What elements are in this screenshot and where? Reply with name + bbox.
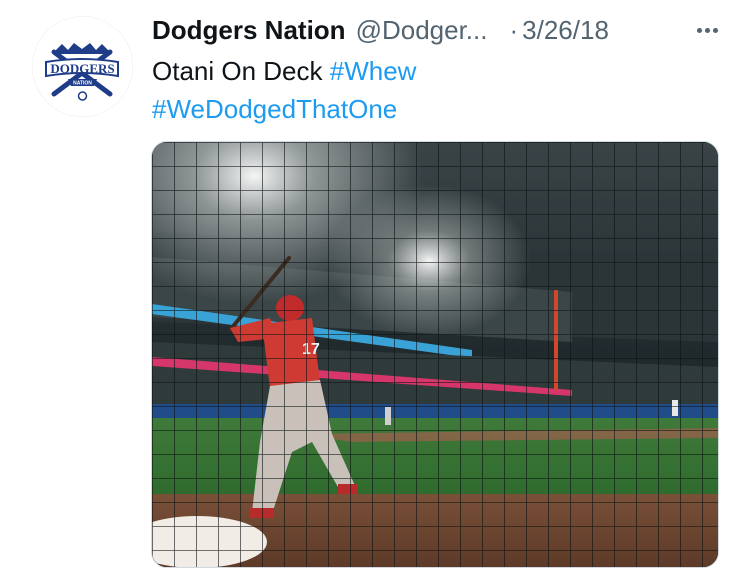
tweet-date[interactable]: 3/26/18	[522, 15, 609, 46]
dodgers-nation-logo-icon: DODGERS NATION	[32, 16, 133, 117]
hashtag-wedodgedthatone[interactable]: #WeDodgedThatOne	[152, 94, 397, 124]
display-name[interactable]: Dodgers Nation	[152, 15, 346, 46]
tweet-text-plain: Otani On Deck	[152, 56, 323, 86]
tweet-header: Dodgers Nation @Dodger... · 3/26/18	[152, 12, 720, 48]
logo-text-sub: NATION	[73, 81, 92, 87]
tweet[interactable]: DODGERS NATION Dodgers Nation @Dodger...…	[0, 0, 750, 573]
avatar[interactable]: DODGERS NATION	[32, 16, 133, 117]
tweet-text: Otani On Deck #Whew #WeDodgedThatOne	[152, 52, 712, 128]
tweet-photo[interactable]: 17	[151, 141, 719, 568]
hashtag-whew[interactable]: #Whew	[330, 56, 417, 86]
separator-dot: ·	[509, 14, 519, 45]
user-handle[interactable]: @Dodger...	[356, 15, 488, 46]
more-dots-icon[interactable]	[694, 22, 720, 38]
ballpark-photo: 17	[152, 142, 718, 567]
logo-text-main: DODGERS	[50, 61, 114, 76]
